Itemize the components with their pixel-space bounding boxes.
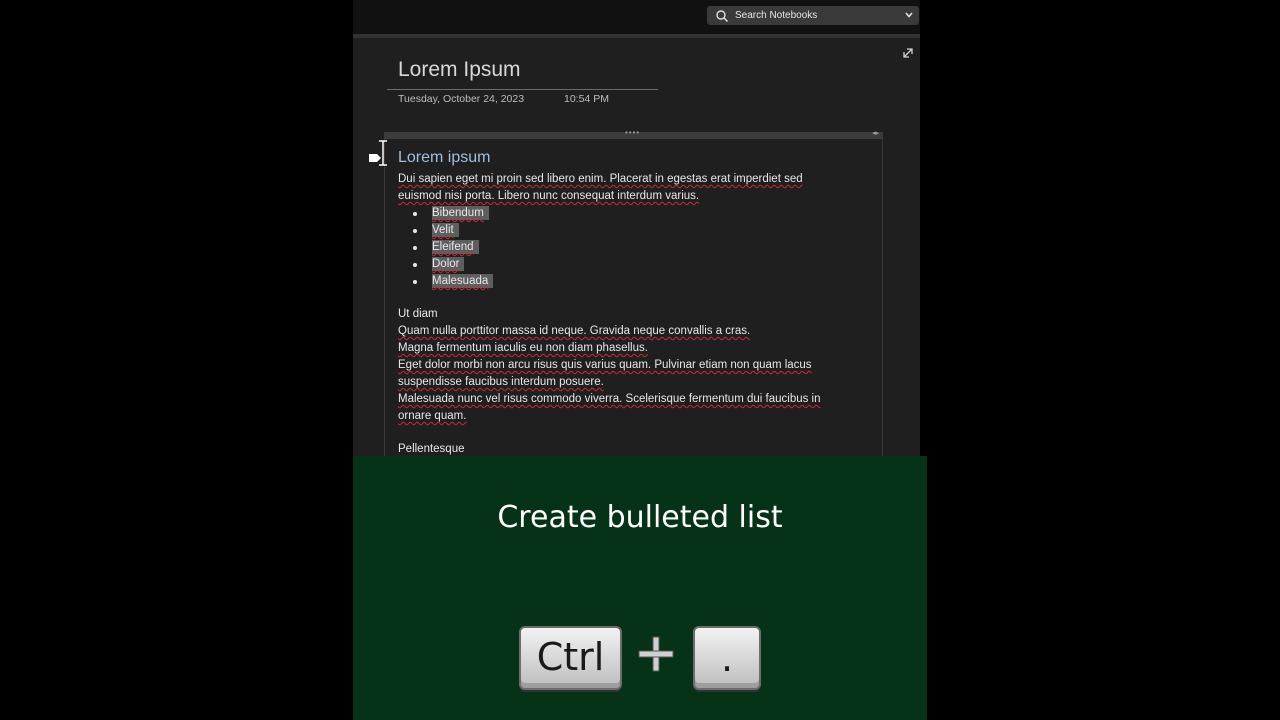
- shortcut-caption: Create bulleted list: [497, 500, 783, 535]
- title-underline: [387, 89, 658, 90]
- search-placeholder: Search Notebooks: [735, 10, 818, 21]
- section-title[interactable]: Ut diam: [398, 306, 873, 323]
- note-heading[interactable]: Lorem ipsum: [398, 147, 873, 169]
- drag-dots-icon[interactable]: ••••: [625, 128, 640, 137]
- page-date: Tuesday, October 24, 2023: [398, 93, 525, 105]
- note-container-handle[interactable]: •••• ◂▸: [385, 128, 882, 139]
- section-line[interactable]: Quam nulla porttitor massa id neque. Gra…: [398, 323, 873, 340]
- intro-line[interactable]: euismod nisi porta. Libero nunc consequa…: [398, 188, 873, 205]
- page-time: 10:54 PM: [564, 93, 609, 105]
- bulleted-list[interactable]: Bibendum Velit Eleifend Dolor Malesuada: [398, 205, 873, 290]
- top-bar: Search Notebooks: [353, 0, 920, 34]
- ribbon-divider: [353, 34, 920, 38]
- note-content[interactable]: Lorem ipsum Dui sapien eget mi proin sed…: [398, 147, 873, 458]
- intro-line[interactable]: Dui sapien eget mi proin sed libero enim…: [398, 171, 873, 188]
- list-item[interactable]: Velit: [398, 222, 873, 239]
- list-item-text[interactable]: Malesuada: [432, 274, 494, 288]
- plus-icon: [638, 636, 674, 672]
- search-icon: [716, 10, 729, 23]
- chevron-down-icon[interactable]: [904, 10, 914, 20]
- list-item-text[interactable]: Velit: [432, 223, 459, 237]
- section-line[interactable]: Magna fermentum iaculis eu non diam phas…: [398, 340, 873, 357]
- expand-icon[interactable]: [901, 46, 915, 60]
- list-item[interactable]: Malesuada: [398, 273, 873, 290]
- section-line[interactable]: Eget dolor morbi non arcu risus quis var…: [398, 357, 873, 374]
- section-line[interactable]: Malesuada nunc vel risus commodo viverra…: [398, 391, 873, 408]
- resize-arrows-icon[interactable]: ◂▸: [872, 129, 879, 137]
- paragraph-handle-icon[interactable]: [368, 152, 382, 164]
- list-item[interactable]: Eleifend: [398, 239, 873, 256]
- page-title[interactable]: Lorem Ipsum: [398, 58, 521, 82]
- list-item[interactable]: Bibendum: [398, 205, 873, 222]
- search-notebooks-box[interactable]: Search Notebooks: [707, 6, 919, 25]
- list-item[interactable]: Dolor: [398, 256, 873, 273]
- section-line[interactable]: suspendisse faucibus interdum posuere.: [398, 374, 873, 391]
- period-key: .: [693, 626, 761, 690]
- ctrl-key: Ctrl: [519, 626, 622, 690]
- list-item-text[interactable]: Eleifend: [432, 240, 479, 254]
- list-item-text[interactable]: Bibendum: [432, 206, 489, 220]
- list-item-text[interactable]: Dolor: [432, 257, 465, 271]
- section-line[interactable]: ornare quam.: [398, 408, 873, 425]
- shortcut-caption-panel: Create bulleted list Ctrl .: [353, 456, 927, 720]
